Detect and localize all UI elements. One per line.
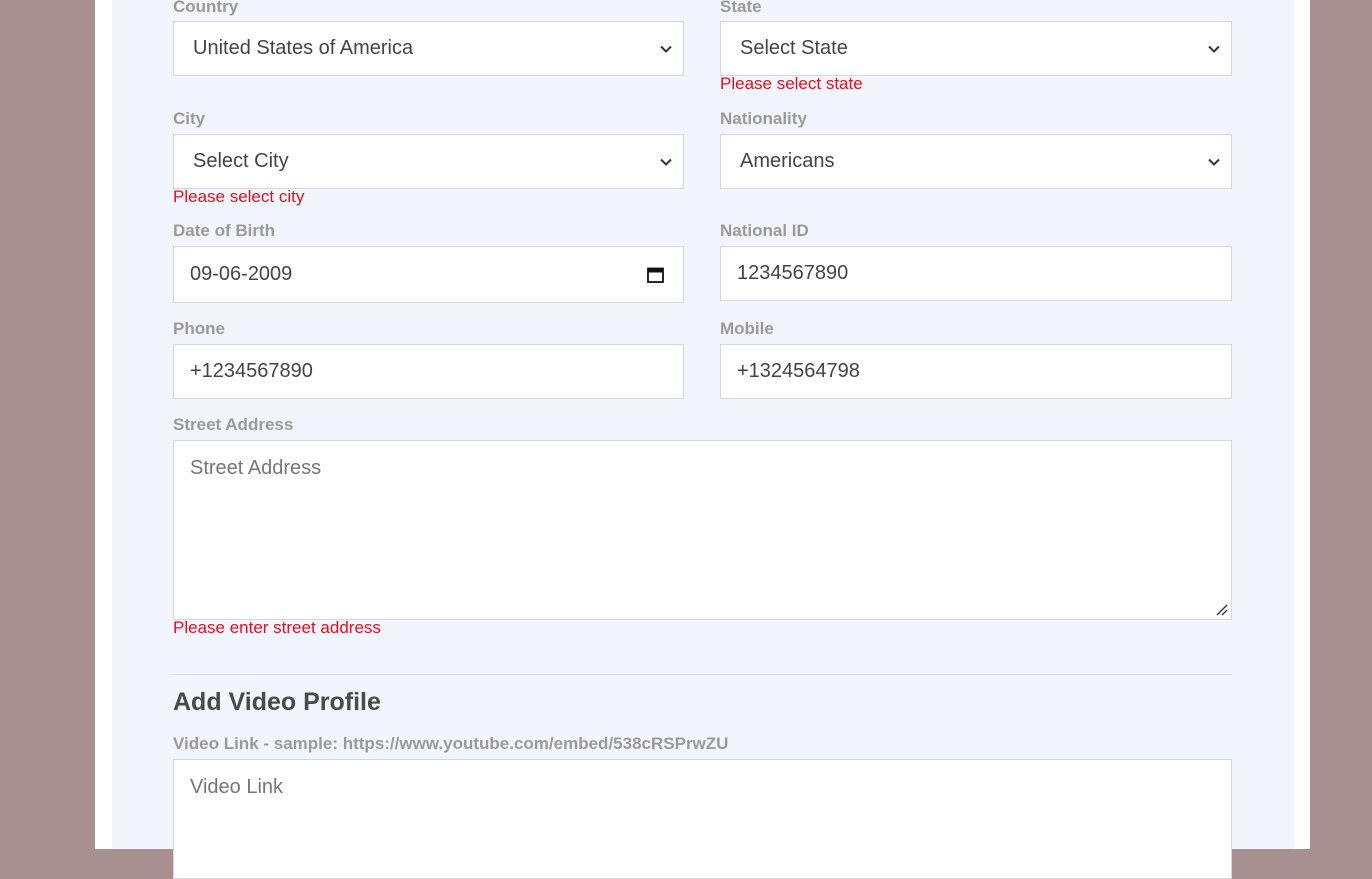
street-address-textarea[interactable]: Street Address	[173, 440, 1232, 620]
phone-label: Phone	[173, 319, 225, 338]
nationality-value: Americans	[740, 150, 835, 172]
calendar-icon[interactable]	[647, 266, 664, 283]
nationality-label: Nationality	[720, 109, 807, 128]
city-error: Please select city	[173, 187, 305, 206]
nationality-select[interactable]: Americans	[720, 134, 1232, 189]
phone-input[interactable]: +1234567890	[173, 344, 684, 399]
street-address-error: Please enter street address	[173, 618, 381, 637]
chevron-down-icon	[1208, 45, 1220, 53]
street-address-label: Street Address	[173, 415, 294, 434]
video-section-title: Add Video Profile	[173, 688, 381, 716]
state-error: Please select state	[720, 74, 863, 93]
national-id-label: National ID	[720, 221, 809, 240]
video-link-textarea[interactable]: Video Link	[173, 759, 1232, 879]
resize-grip-icon[interactable]	[1216, 604, 1228, 616]
video-link-label: Video Link - sample: https://www.youtube…	[173, 734, 729, 753]
dob-input[interactable]: 09-06-2009	[173, 246, 684, 303]
dob-value: 09-06-2009	[190, 263, 293, 285]
city-label: City	[173, 109, 206, 128]
video-link-placeholder: Video Link	[190, 776, 284, 798]
city-select[interactable]: Select City	[173, 134, 684, 189]
country-label: Country	[173, 0, 239, 16]
state-value: Select State	[740, 37, 848, 59]
chevron-down-icon	[1208, 158, 1220, 166]
section-divider	[173, 674, 1232, 675]
national-id-input[interactable]: 1234567890	[720, 246, 1232, 301]
phone-value: +1234567890	[190, 360, 313, 382]
mobile-value: +1324564798	[737, 360, 860, 382]
country-select[interactable]: United States of America	[173, 21, 684, 76]
state-select[interactable]: Select State	[720, 21, 1232, 76]
street-address-placeholder: Street Address	[190, 457, 322, 479]
country-value: United States of America	[193, 37, 414, 59]
mobile-input[interactable]: +1324564798	[720, 344, 1232, 399]
national-id-value: 1234567890	[737, 262, 849, 284]
chevron-down-icon	[660, 158, 672, 166]
mobile-label: Mobile	[720, 319, 774, 338]
state-label: State	[720, 0, 762, 16]
chevron-down-icon	[660, 45, 672, 53]
dob-label: Date of Birth	[173, 221, 275, 240]
city-value: Select City	[193, 150, 289, 172]
